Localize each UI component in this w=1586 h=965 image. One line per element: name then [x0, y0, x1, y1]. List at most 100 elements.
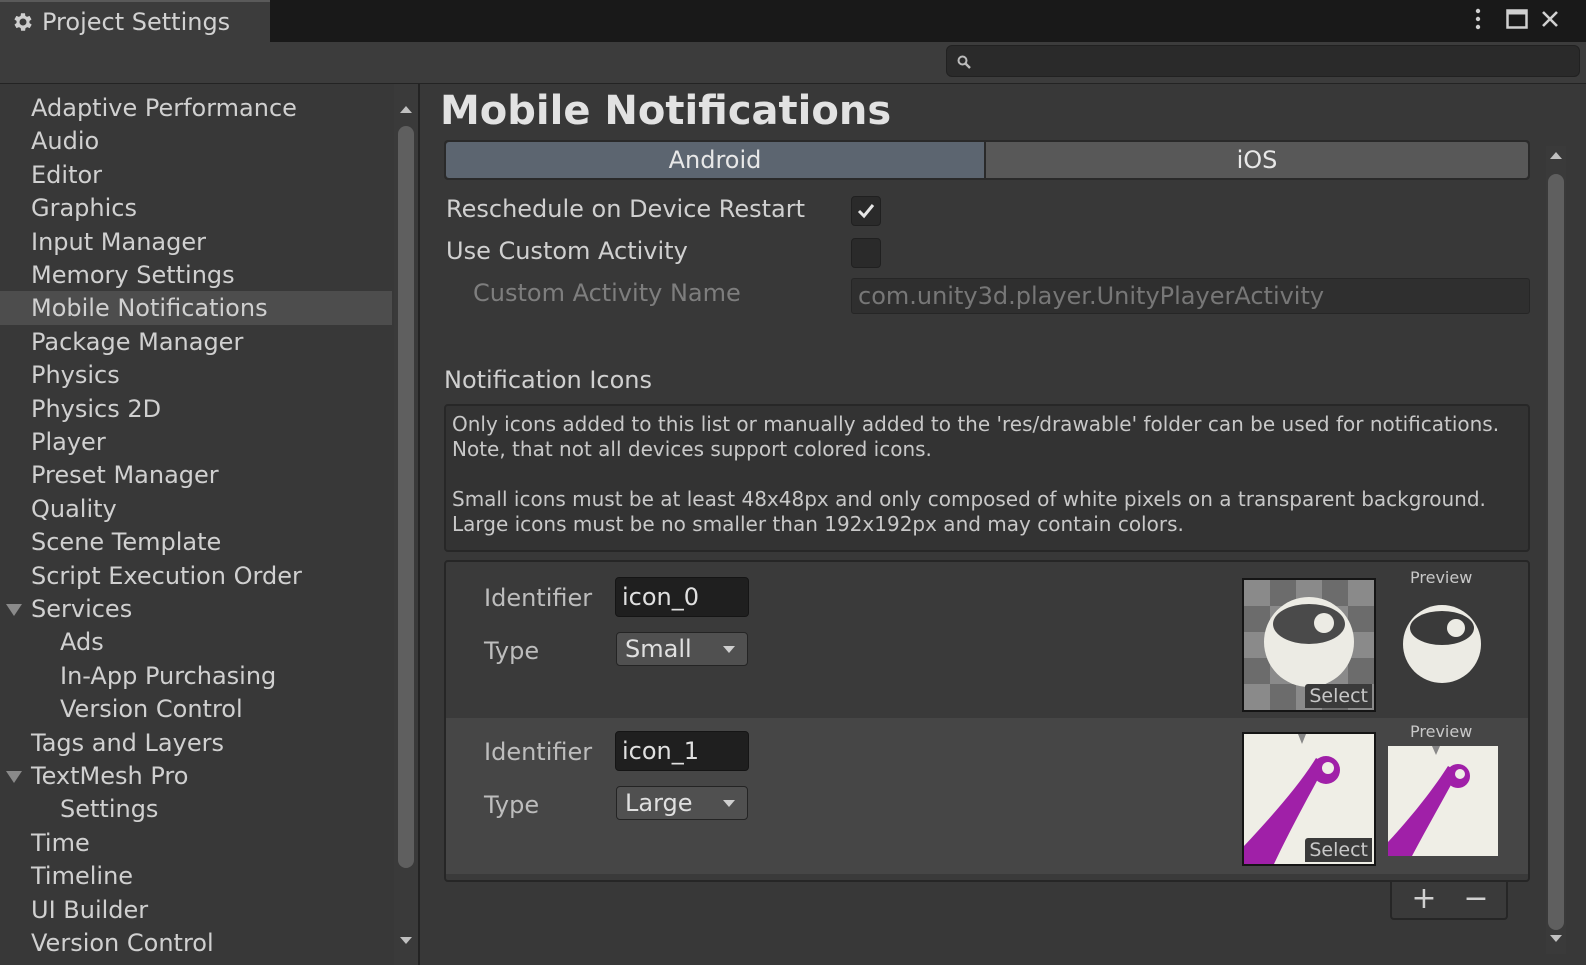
- custom-activity-name-label: Custom Activity Name: [473, 279, 741, 307]
- help-line: Large icons must be no smaller than 192x…: [452, 512, 1184, 536]
- sidebar-item-label: Audio: [31, 127, 100, 156]
- sidebar-item-label: Scene Template: [31, 528, 222, 557]
- tab-android[interactable]: Android: [446, 142, 984, 178]
- custom-activity-name-field: com.unity3d.player.UnityPlayerActivity: [851, 278, 1530, 314]
- type-dropdown[interactable]: Small: [616, 632, 748, 666]
- maximize-icon[interactable]: [1502, 4, 1532, 34]
- sidebar-item-label: In-App Purchasing: [60, 661, 277, 690]
- help-box: Only icons added to this list or manuall…: [444, 404, 1530, 552]
- sidebar-item-memory-settings[interactable]: Memory Settings: [0, 258, 392, 292]
- notification-icon-list: Identifier icon_0 Type Small Select Prev…: [444, 560, 1530, 882]
- use-custom-activity-checkbox[interactable]: [851, 238, 881, 268]
- sidebar-item-label: Memory Settings: [31, 261, 235, 289]
- sidebar-item-label: Script Execution Order: [31, 561, 302, 590]
- preview-label: Preview: [1410, 722, 1473, 741]
- sidebar-item-ads[interactable]: Ads: [0, 625, 392, 659]
- sidebar-item-tags-and-layers[interactable]: Tags and Layers: [0, 726, 392, 760]
- notification-icons-label: Notification Icons: [444, 366, 653, 394]
- sidebar-item-textmesh-pro[interactable]: TextMesh Pro: [0, 759, 392, 793]
- sidebar-item-audio[interactable]: Audio: [0, 124, 392, 158]
- project-settings-tab[interactable]: Project Settings: [0, 0, 270, 42]
- sidebar-item-label: Services: [31, 595, 133, 623]
- chevron-down-icon: [723, 646, 735, 653]
- settings-sidebar: Adaptive Performance Audio Editor Graphics I…: [0, 84, 392, 965]
- help-line: Note, that not all devices support color…: [452, 437, 932, 461]
- sidebar-item-version-control[interactable]: Version Control: [0, 926, 392, 960]
- sidebar-item-label: Time: [31, 828, 90, 857]
- sidebar-item-script-execution-order[interactable]: Script Execution Order: [0, 559, 392, 593]
- sidebar-item-graphics[interactable]: Graphics: [0, 191, 392, 225]
- sidebar-item-scene-template[interactable]: Scene Template: [0, 525, 392, 559]
- icon-row[interactable]: Identifier icon_1 Type Large Select Prev…: [446, 718, 1528, 874]
- sidebar-item-label: Quality: [31, 494, 117, 523]
- sidebar-item-quality[interactable]: Quality: [0, 492, 392, 526]
- sidebar-item-label: Timeline: [31, 862, 134, 891]
- type-label: Type: [484, 791, 540, 819]
- type-dropdown[interactable]: Large: [616, 786, 748, 820]
- select-button[interactable]: Select: [1305, 684, 1372, 708]
- identifier-label: Identifier: [484, 738, 593, 766]
- sidebar-item-label: Package Manager: [31, 327, 244, 356]
- scroll-down-icon[interactable]: [1549, 934, 1563, 944]
- sidebar-item-adaptive-performance[interactable]: Adaptive Performance: [0, 91, 392, 125]
- reschedule-checkbox[interactable]: [851, 196, 881, 226]
- sidebar-item-mobile-notifications[interactable]: Mobile Notifications: [0, 291, 392, 326]
- icon-thumbnail[interactable]: Select: [1242, 732, 1376, 866]
- sidebar-item-version-control[interactable]: Version Control: [0, 692, 392, 726]
- sidebar-scroll-thumb[interactable]: [398, 126, 414, 868]
- search-field[interactable]: [946, 45, 1580, 77]
- identifier-input[interactable]: icon_0: [615, 577, 749, 617]
- sidebar-item-label: Mobile Notifications: [31, 294, 268, 323]
- remove-icon-button[interactable]: −: [1456, 882, 1496, 916]
- sidebar-item-player[interactable]: Player: [0, 425, 392, 459]
- main-scrollbar[interactable]: [1546, 146, 1566, 954]
- kebab-menu-icon[interactable]: [1466, 4, 1490, 34]
- sidebar-item-timeline[interactable]: Timeline: [0, 859, 392, 893]
- close-icon[interactable]: [1536, 4, 1564, 34]
- sidebar-item-settings[interactable]: Settings: [0, 792, 392, 826]
- sidebar-item-physics-2d[interactable]: Physics 2D: [0, 392, 392, 426]
- platform-tabs: Android iOS: [444, 140, 1530, 180]
- purple-stroke-preview-icon: [1388, 746, 1498, 856]
- sidebar-item-label: Graphics: [31, 194, 137, 223]
- help-line: Small icons must be at least 48x48px and…: [452, 487, 1486, 511]
- toolbar: [0, 42, 1586, 84]
- use-custom-activity-label: Use Custom Activity: [446, 237, 688, 265]
- gear-icon: [14, 13, 32, 31]
- sidebar-item-input-manager[interactable]: Input Manager: [0, 225, 392, 259]
- search-icon: [957, 55, 971, 69]
- add-icon-button[interactable]: +: [1404, 882, 1444, 916]
- icon-row[interactable]: Identifier icon_0 Type Small Select Prev…: [446, 562, 1528, 718]
- icon-thumbnail[interactable]: Select: [1242, 578, 1376, 712]
- list-footer: + −: [1390, 882, 1508, 920]
- type-dropdown-value: Large: [625, 789, 693, 817]
- select-button[interactable]: Select: [1305, 838, 1372, 862]
- scroll-up-icon[interactable]: [1549, 150, 1563, 160]
- expand-arrow-icon[interactable]: [6, 604, 22, 616]
- tab-ios[interactable]: iOS: [986, 142, 1528, 178]
- sidebar-item-in-app-purchasing[interactable]: In-App Purchasing: [0, 659, 392, 693]
- scroll-up-icon[interactable]: [399, 104, 413, 114]
- main-scroll-thumb[interactable]: [1548, 174, 1564, 930]
- expand-arrow-icon[interactable]: [6, 771, 22, 783]
- sidebar-item-preset-manager[interactable]: Preset Manager: [0, 458, 392, 492]
- sidebar-item-label: Player: [31, 428, 106, 456]
- sidebar-item-label: Preset Manager: [31, 461, 219, 490]
- help-line: Only icons added to this list or manuall…: [452, 412, 1500, 436]
- sidebar-item-services[interactable]: Services: [0, 592, 392, 626]
- sidebar-item-time[interactable]: Time: [0, 826, 392, 860]
- scroll-down-icon[interactable]: [399, 936, 413, 946]
- identifier-input[interactable]: icon_1: [615, 731, 749, 771]
- eye-ball-preview-icon: [1403, 605, 1481, 683]
- reschedule-label: Reschedule on Device Restart: [446, 195, 806, 223]
- sidebar-item-label: Tags and Layers: [31, 728, 224, 757]
- sidebar-scrollbar[interactable]: [394, 84, 418, 965]
- sidebar-item-label: Physics 2D: [31, 394, 162, 423]
- search-input[interactable]: [981, 50, 1571, 72]
- checkmark-icon: [857, 204, 875, 219]
- sidebar-item-editor[interactable]: Editor: [0, 158, 392, 192]
- window-titlebar: Project Settings: [0, 0, 1586, 42]
- sidebar-item-package-manager[interactable]: Package Manager: [0, 325, 392, 359]
- sidebar-item-physics[interactable]: Physics: [0, 358, 392, 392]
- sidebar-item-ui-builder[interactable]: UI Builder: [0, 893, 392, 927]
